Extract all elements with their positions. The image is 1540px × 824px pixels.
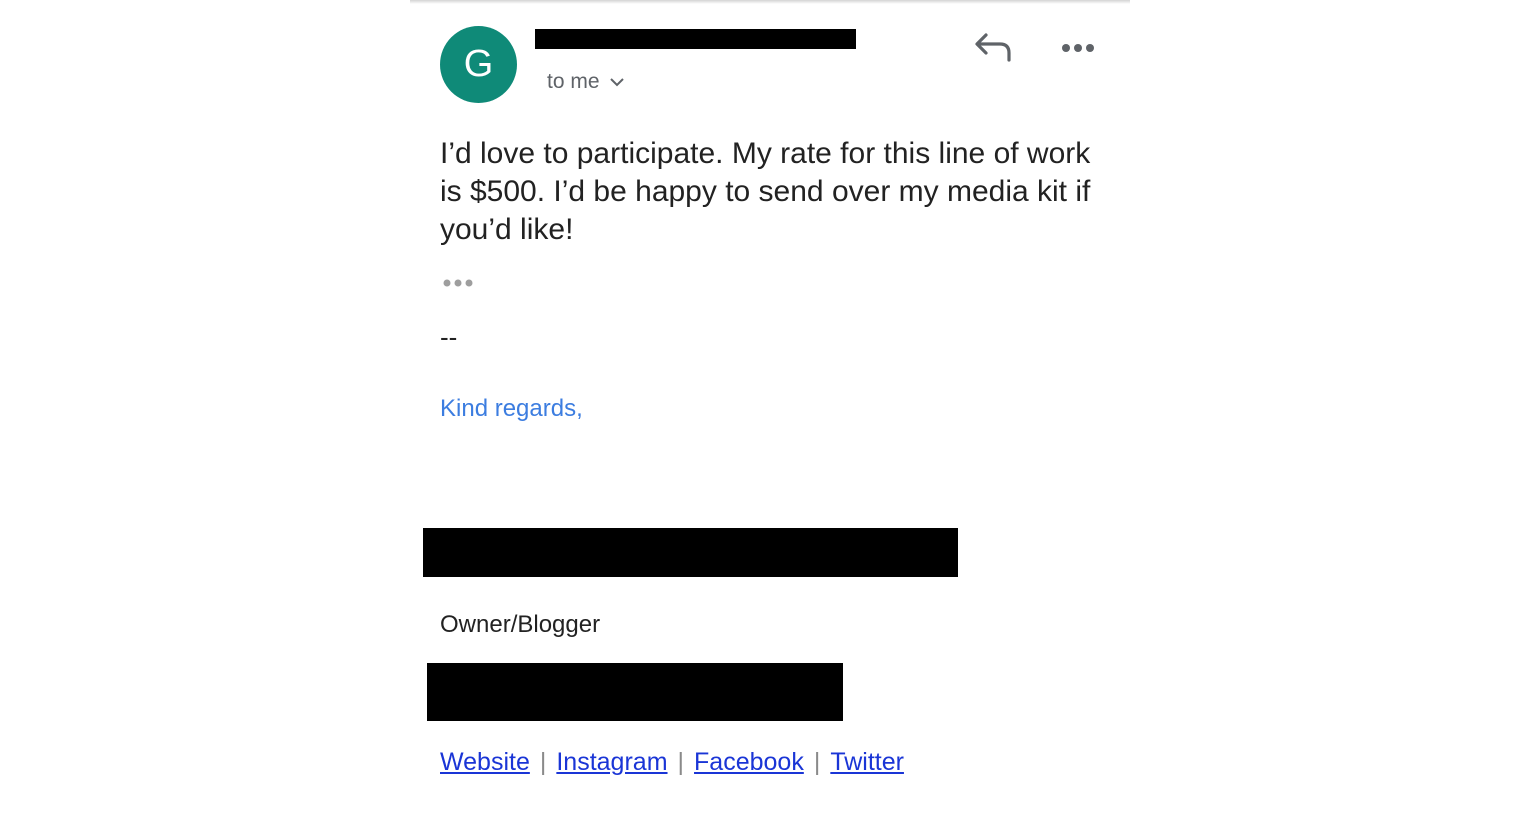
redacted-sender-name [535, 29, 856, 49]
facebook-link[interactable]: Facebook [694, 748, 804, 777]
recipient-label: to me [547, 70, 600, 93]
email-view: G to me I’d love to participate. My rate… [0, 0, 1540, 824]
more-horiz-icon [1062, 44, 1094, 52]
reply-icon [975, 33, 1011, 62]
twitter-link[interactable]: Twitter [830, 748, 904, 777]
redacted-signature-contact [427, 663, 843, 721]
reply-button[interactable] [970, 28, 1016, 68]
more-options-button[interactable] [1058, 36, 1098, 60]
redacted-signature-name [423, 528, 958, 577]
sender-avatar[interactable]: G [440, 26, 517, 103]
header-shadow [410, 0, 1130, 4]
signature-links: Website | Instagram | Facebook | Twitter [440, 748, 904, 777]
chevron-down-icon [609, 77, 624, 86]
website-link[interactable]: Website [440, 748, 530, 777]
message-body: I’d love to participate. My rate for thi… [440, 137, 1091, 246]
signature-title: Owner/Blogger [440, 611, 601, 638]
closing-text: Kind regards, [440, 395, 583, 422]
link-separator: | [677, 748, 685, 776]
show-trimmed-content-button[interactable] [440, 274, 480, 292]
signature-separator: -- [440, 322, 458, 352]
more-horiz-icon [443, 279, 473, 287]
link-separator: | [813, 748, 821, 776]
link-separator: | [539, 748, 547, 776]
recipient-details-toggle[interactable]: to me [547, 70, 624, 94]
instagram-link[interactable]: Instagram [556, 748, 667, 777]
